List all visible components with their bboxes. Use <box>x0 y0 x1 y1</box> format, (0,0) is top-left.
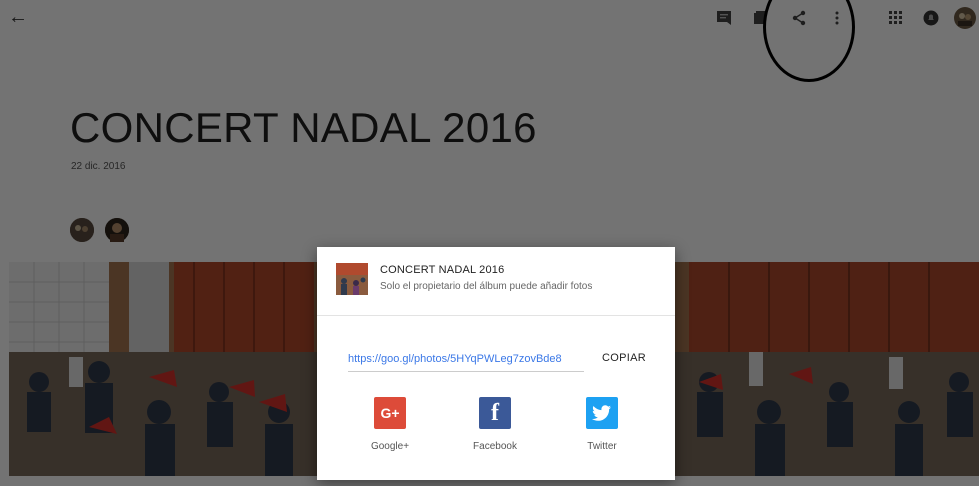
account-avatar[interactable] <box>954 7 976 29</box>
contributor-avatar[interactable] <box>105 218 129 242</box>
share-dialog-title: CONCERT NADAL 2016 <box>380 264 505 276</box>
facebook-icon: f <box>479 397 511 429</box>
share-option-label: Facebook <box>473 441 517 452</box>
share-option-google-plus[interactable]: G+ Google+ <box>355 397 425 457</box>
comment-icon[interactable] <box>715 9 733 27</box>
share-dialog: CONCERT NADAL 2016 Solo el propietario d… <box>317 247 675 480</box>
annotation-circle <box>763 0 855 82</box>
share-option-facebook[interactable]: f Facebook <box>460 397 530 457</box>
photos-album-page: ← CONCERT NADAL 2016 22 dic. 2016 CONCER… <box>0 0 979 486</box>
share-option-label: Twitter <box>587 441 617 452</box>
share-option-label: Google+ <box>370 441 410 452</box>
twitter-icon <box>586 397 618 429</box>
notifications-icon[interactable] <box>922 9 940 27</box>
album-date: 22 dic. 2016 <box>71 161 126 172</box>
album-thumbnail <box>336 263 368 295</box>
share-link-field[interactable] <box>348 347 584 372</box>
contributor-avatar[interactable] <box>70 218 94 242</box>
copy-link-button[interactable]: COPIAR <box>595 347 653 369</box>
apps-grid-icon[interactable] <box>887 9 905 27</box>
google-plus-icon: G+ <box>374 397 406 429</box>
share-dialog-subtitle: Solo el propietario del álbum puede añad… <box>380 281 593 292</box>
album-title: CONCERT NADAL 2016 <box>70 104 537 151</box>
back-arrow-icon[interactable]: ← <box>8 6 28 28</box>
share-option-twitter[interactable]: Twitter <box>567 397 637 457</box>
share-dialog-header: CONCERT NADAL 2016 Solo el propietario d… <box>317 247 675 316</box>
